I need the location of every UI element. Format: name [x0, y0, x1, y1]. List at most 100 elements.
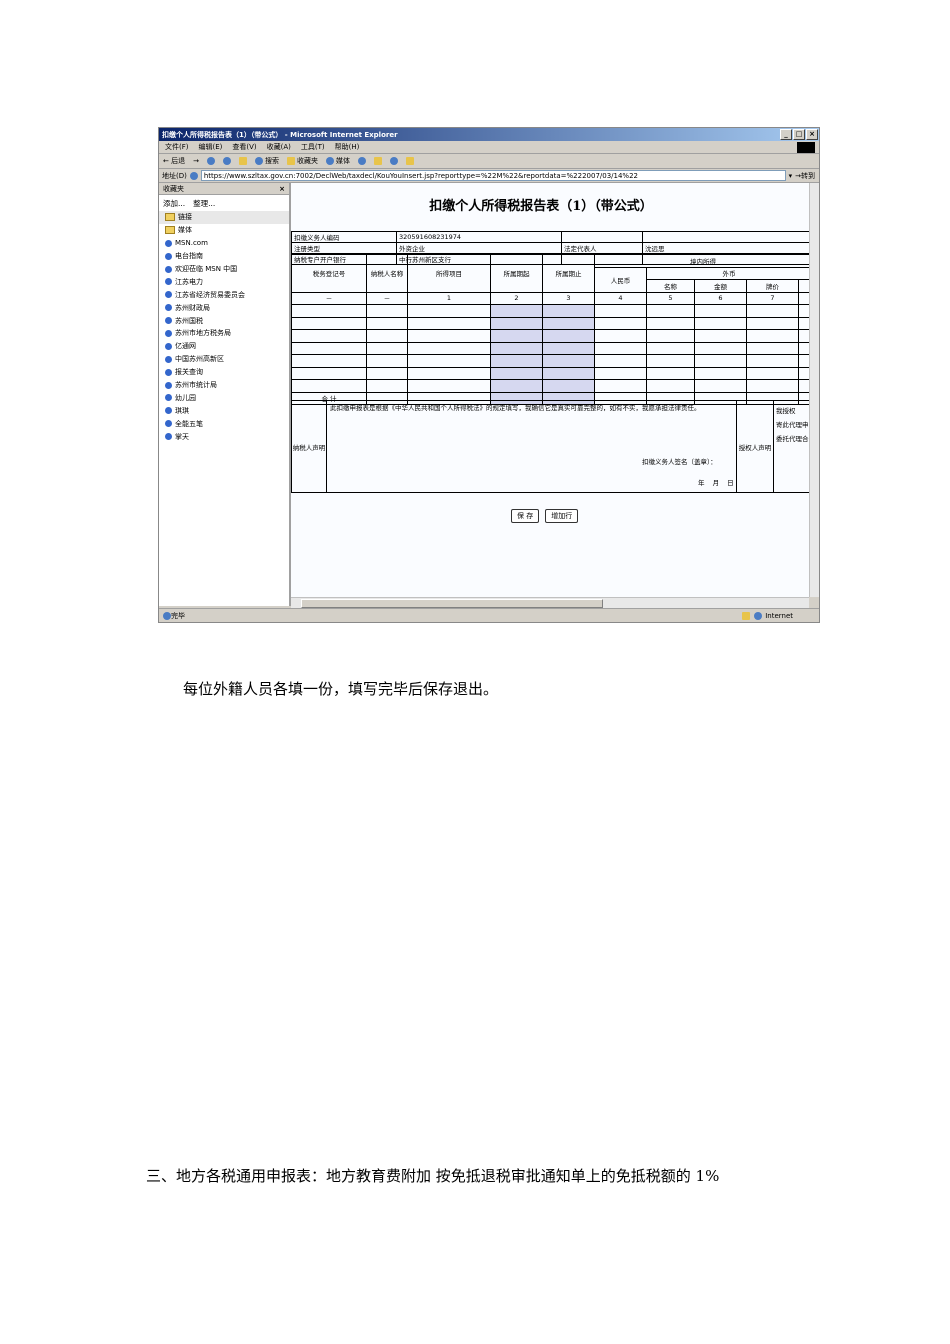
favorite-item[interactable]: 苏州市地方税务局 [159, 327, 289, 340]
input-cell[interactable] [646, 304, 695, 318]
input-cell[interactable] [694, 304, 747, 318]
favorite-item[interactable]: 欢迎莅临 MSN 中国 [159, 263, 289, 276]
search-button[interactable]: 搜索 [254, 156, 279, 166]
menu-view[interactable]: 查看(V) [232, 142, 256, 152]
input-cell[interactable] [694, 354, 747, 368]
input-cell[interactable] [646, 316, 695, 330]
input-cell[interactable] [542, 304, 595, 318]
input-cell[interactable] [542, 329, 595, 343]
input-cell[interactable] [366, 329, 408, 343]
input-cell[interactable] [366, 366, 408, 380]
input-cell[interactable] [542, 366, 595, 380]
favorite-item[interactable]: 苏州财政局 [159, 301, 289, 314]
input-cell[interactable] [594, 354, 647, 368]
back-button[interactable]: ← 后退 [163, 156, 185, 166]
input-cell[interactable] [407, 316, 491, 330]
input-cell[interactable] [291, 366, 367, 380]
mail-icon[interactable] [373, 157, 382, 165]
input-cell[interactable] [797, 379, 809, 393]
go-button[interactable]: →转到 [795, 171, 815, 181]
favorite-item[interactable]: 亿通网 [159, 340, 289, 353]
favorite-item[interactable]: 江苏省经济贸易委员会 [159, 288, 289, 301]
input-cell[interactable] [646, 329, 695, 343]
input-cell[interactable] [542, 341, 595, 355]
input-cell[interactable] [746, 329, 799, 343]
horizontal-scrollbar[interactable] [291, 597, 809, 608]
input-cell[interactable] [291, 304, 367, 318]
favorite-item[interactable]: 江苏电力 [159, 275, 289, 288]
input-cell[interactable] [746, 379, 799, 393]
input-cell[interactable] [490, 379, 543, 393]
input-cell[interactable] [366, 341, 408, 355]
input-cell[interactable] [594, 329, 647, 343]
input-cell[interactable] [366, 304, 408, 318]
favorite-item[interactable]: 全能五笔 [159, 417, 289, 430]
favorite-item[interactable]: 苏州市统计局 [159, 379, 289, 392]
input-cell[interactable] [746, 366, 799, 380]
input-cell[interactable] [291, 354, 367, 368]
input-cell[interactable] [291, 316, 367, 330]
input-cell[interactable] [694, 329, 747, 343]
favorite-item[interactable]: 幼儿园 [159, 391, 289, 404]
input-cell[interactable] [407, 366, 491, 380]
input-cell[interactable] [291, 329, 367, 343]
organize-favorites-button[interactable]: 整理... [193, 198, 215, 209]
input-cell[interactable] [490, 354, 543, 368]
input-cell[interactable] [646, 354, 695, 368]
input-cell[interactable] [797, 316, 809, 330]
favorite-item[interactable]: 苏州国税 [159, 314, 289, 327]
input-cell[interactable] [646, 366, 695, 380]
minimize-button[interactable]: _ [780, 129, 792, 140]
input-cell[interactable] [797, 329, 809, 343]
input-cell[interactable] [594, 341, 647, 355]
home-icon[interactable] [238, 157, 247, 165]
input-cell[interactable] [797, 304, 809, 318]
input-cell[interactable] [407, 379, 491, 393]
input-cell[interactable] [291, 379, 367, 393]
input-cell[interactable] [594, 366, 647, 380]
input-cell[interactable] [594, 304, 647, 318]
input-cell[interactable] [490, 316, 543, 330]
input-cell[interactable] [366, 316, 408, 330]
input-cell[interactable] [746, 354, 799, 368]
input-cell[interactable] [366, 354, 408, 368]
input-cell[interactable] [407, 329, 491, 343]
sidebar-close-icon[interactable]: × [279, 185, 285, 193]
menu-file[interactable]: 文件(F) [165, 142, 189, 152]
favorite-item[interactable]: MSN.com [159, 237, 289, 250]
input-cell[interactable] [797, 366, 809, 380]
input-cell[interactable] [542, 379, 595, 393]
input-cell[interactable] [746, 304, 799, 318]
dropdown-arrow-icon[interactable]: ▾ [789, 172, 793, 180]
input-cell[interactable] [694, 366, 747, 380]
input-cell[interactable] [646, 341, 695, 355]
input-cell[interactable] [490, 366, 543, 380]
favorite-item[interactable]: 电台指南 [159, 250, 289, 263]
input-cell[interactable] [594, 316, 647, 330]
input-cell[interactable] [407, 304, 491, 318]
add-row-button[interactable]: 增加行 [545, 509, 579, 523]
menu-help[interactable]: 帮助(H) [335, 142, 360, 152]
menu-edit[interactable]: 编辑(E) [199, 142, 223, 152]
input-cell[interactable] [746, 341, 799, 355]
input-cell[interactable] [542, 316, 595, 330]
input-cell[interactable] [291, 341, 367, 355]
input-cell[interactable] [490, 341, 543, 355]
address-input[interactable]: https://www.szltax.gov.cn:7002/DeclWeb/t… [200, 170, 786, 181]
stop-icon[interactable] [206, 157, 215, 165]
history-icon[interactable] [357, 157, 366, 165]
scroll-thumb[interactable] [301, 599, 603, 608]
close-button[interactable]: × [806, 129, 818, 140]
print-icon[interactable] [389, 157, 398, 165]
menu-favorites[interactable]: 收藏(A) [267, 142, 291, 152]
input-cell[interactable] [746, 316, 799, 330]
forward-button[interactable]: → [193, 157, 199, 165]
input-cell[interactable] [594, 379, 647, 393]
input-cell[interactable] [490, 304, 543, 318]
edit-icon[interactable] [405, 157, 414, 165]
add-favorite-button[interactable]: 添加... [163, 198, 185, 209]
menu-tools[interactable]: 工具(T) [301, 142, 325, 152]
input-cell[interactable] [797, 354, 809, 368]
input-cell[interactable] [407, 354, 491, 368]
input-cell[interactable] [542, 354, 595, 368]
